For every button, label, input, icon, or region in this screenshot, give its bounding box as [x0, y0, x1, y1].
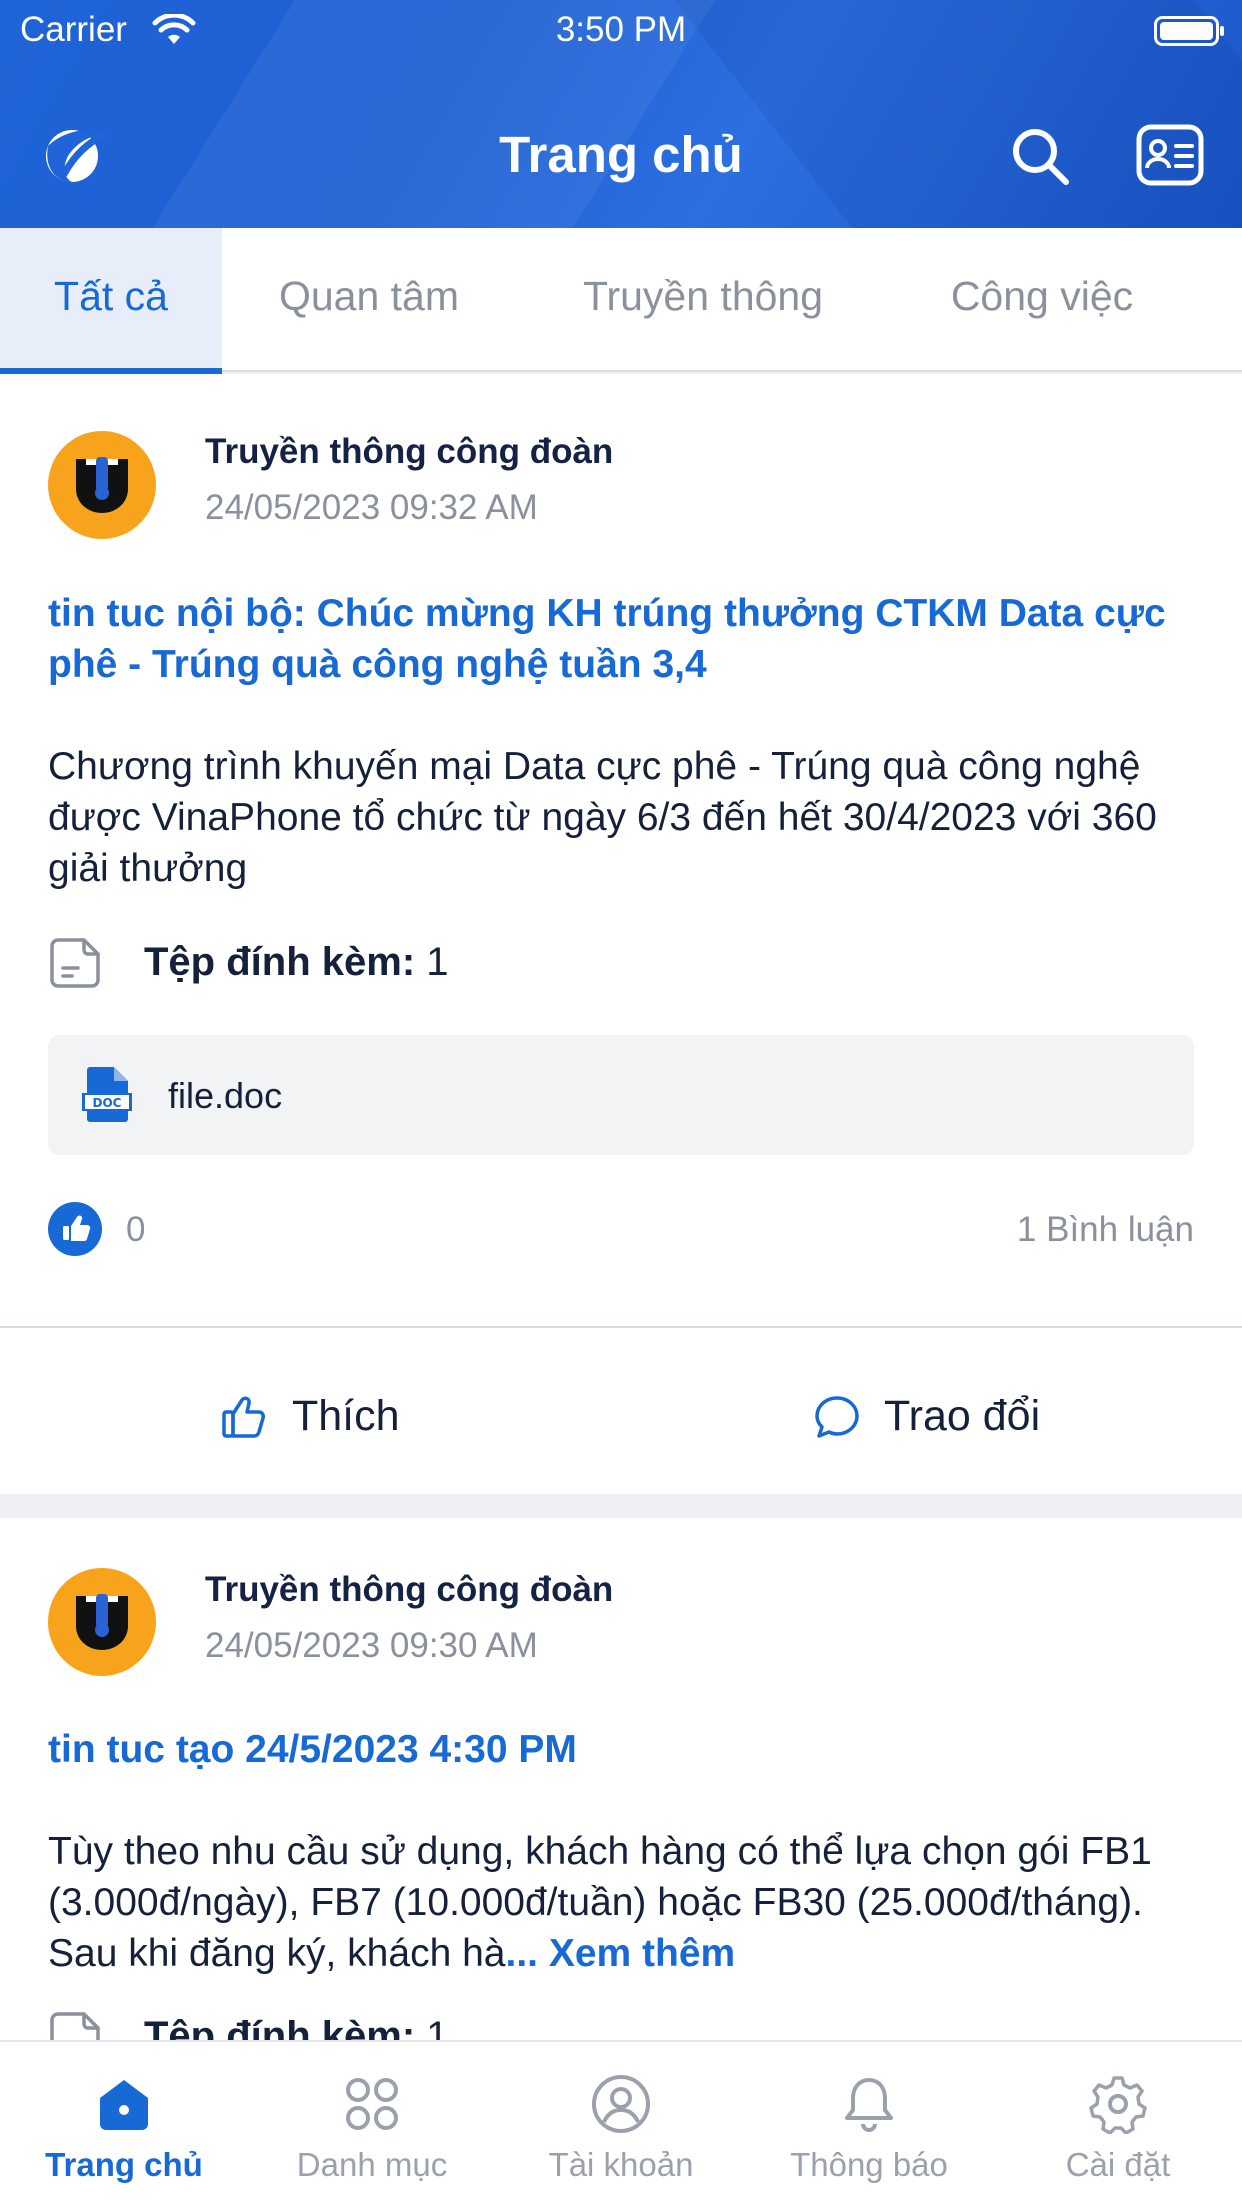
comment-count[interactable]: 1 Bình luận	[1017, 1210, 1194, 1250]
status-time: 3:50 PM	[555, 10, 687, 49]
tab-all[interactable]: Tất cả	[0, 228, 222, 374]
grid-icon	[346, 2078, 398, 2130]
nav-account[interactable]: Tài khoản	[497, 2042, 745, 2208]
nav-settings-label: Cài đặt	[1065, 2146, 1171, 2183]
post-body[interactable]: Tùy theo nhu cầu sử dụng, khách hàng có …	[48, 1826, 1208, 1979]
user-icon	[592, 2075, 650, 2133]
file-name: file.doc	[168, 1075, 283, 1116]
like-count: 0	[126, 1210, 146, 1249]
post-card: Truyền thông công đoàn 24/05/2023 09:30 …	[0, 1518, 1242, 2040]
id-card-icon[interactable]	[1136, 124, 1204, 186]
category-tabs: Tất cả Quan tâm Truyền thông Công việc	[0, 228, 1242, 374]
nav-notifications-label: Thông báo	[790, 2146, 948, 2183]
comment-icon	[815, 1396, 859, 1438]
bottom-tab-bar: Trang chủ Danh mục Tài khoản Thông báo C…	[0, 2040, 1242, 2208]
settings-icon	[1089, 2076, 1147, 2134]
tab-communication[interactable]: Truyền thông	[548, 228, 858, 372]
nav-account-label: Tài khoản	[548, 2146, 694, 2183]
divider	[0, 1326, 1242, 1328]
post-card: Truyền thông công đoàn 24/05/2023 09:32 …	[0, 374, 1242, 1494]
svg-text:DOC: DOC	[93, 1096, 122, 1110]
reaction-summary: 0 1 Bình luận	[48, 1202, 1194, 1258]
battery-icon	[1154, 16, 1224, 46]
tab-interested[interactable]: Quan tâm	[238, 228, 500, 372]
like-button[interactable]: Thích	[220, 1388, 440, 1458]
like-badge-icon	[48, 1202, 102, 1256]
attachment-count: 1	[426, 940, 449, 984]
thumbs-up-icon	[222, 1396, 265, 1438]
post-author[interactable]: Truyền thông công đoàn	[205, 432, 613, 472]
post-date: 24/05/2023 09:32 AM	[205, 488, 538, 527]
avatar[interactable]	[48, 431, 156, 539]
nav-home-label: Trang chủ	[45, 2146, 203, 2183]
attachment-label: Tệp đính kèm: 1	[144, 2014, 449, 2040]
avatar[interactable]	[48, 1568, 156, 1676]
attachment-file[interactable]: DOC file.doc	[48, 1035, 1194, 1155]
attachment-count: 1	[426, 2014, 449, 2040]
post-body[interactable]: Chương trình khuyến mại Data cực phê - T…	[48, 741, 1208, 894]
document-icon	[50, 938, 100, 988]
like-button-label: Thích	[292, 1392, 400, 1440]
discuss-button[interactable]: Trao đổi	[812, 1388, 1072, 1458]
discuss-button-label: Trao đổi	[884, 1392, 1041, 1440]
tab-work[interactable]: Công việc	[912, 228, 1172, 372]
nav-notifications[interactable]: Thông báo	[745, 2042, 993, 2208]
home-icon	[100, 2080, 148, 2130]
nav-category[interactable]: Danh mục	[248, 2042, 496, 2208]
status-bar: Carrier 3:50 PM	[0, 0, 1242, 62]
attachment-label: Tệp đính kèm: 1	[144, 940, 449, 984]
doc-file-icon: DOC	[82, 1067, 132, 1122]
union-logo-icon	[76, 457, 128, 513]
document-icon	[50, 2012, 100, 2040]
nav-category-label: Danh mục	[296, 2146, 448, 2183]
news-feed[interactable]: Truyền thông công đoàn 24/05/2023 09:32 …	[0, 374, 1242, 2040]
bell-icon	[845, 2078, 893, 2132]
union-logo-icon	[76, 1594, 128, 1650]
search-icon[interactable]	[1008, 124, 1072, 188]
see-more-link[interactable]: ... Xem thêm	[505, 1932, 735, 1975]
app-header: Carrier 3:50 PM Trang chủ	[0, 0, 1242, 228]
post-title[interactable]: tin tuc tạo 24/5/2023 4:30 PM	[48, 1724, 1198, 1775]
nav-home[interactable]: Trang chủ	[0, 2042, 248, 2208]
post-title[interactable]: tin tuc nội bộ: Chúc mừng KH trúng thưởn…	[48, 588, 1198, 690]
nav-settings[interactable]: Cài đặt	[994, 2042, 1242, 2208]
post-date: 24/05/2023 09:30 AM	[205, 1626, 538, 1665]
post-author[interactable]: Truyền thông công đoàn	[205, 1570, 613, 1610]
